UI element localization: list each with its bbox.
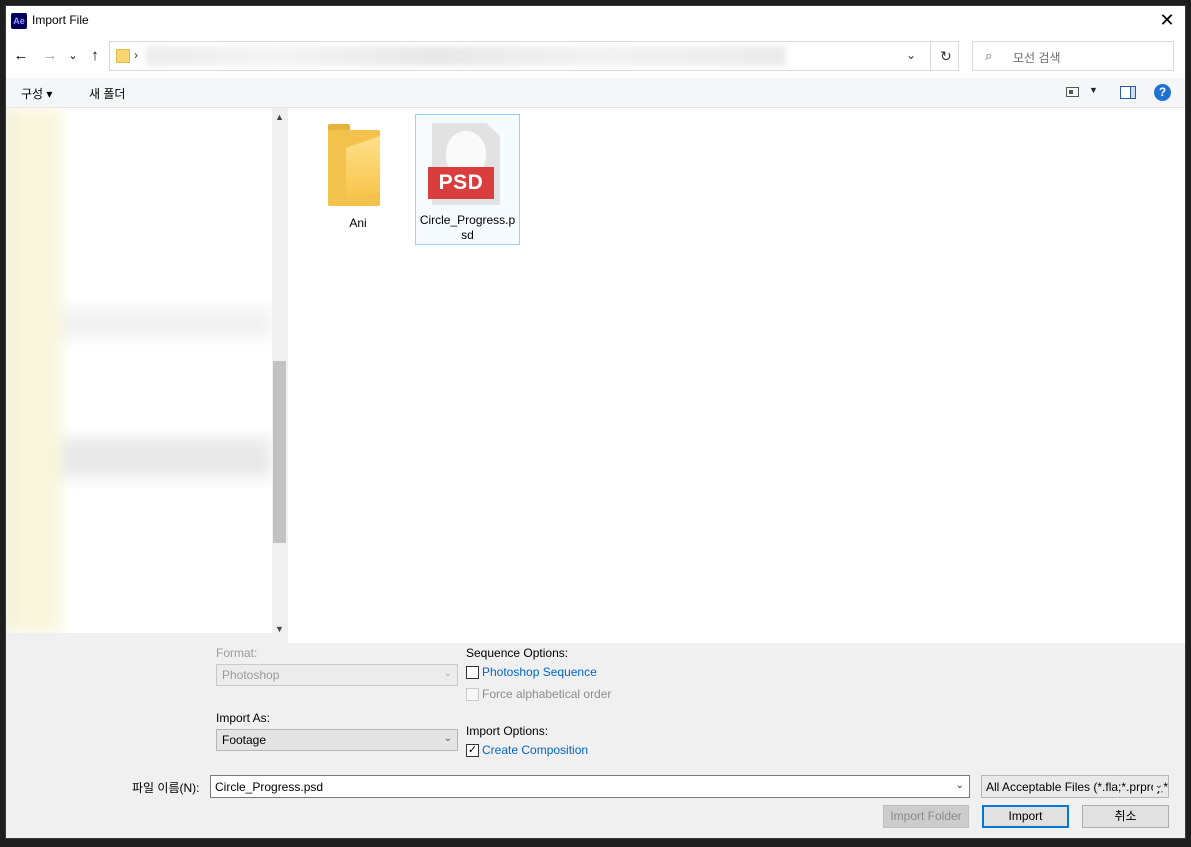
- refresh-icon[interactable]: ↻: [940, 48, 952, 65]
- window-title: Import File: [32, 13, 89, 27]
- forward-arrow-icon[interactable]: →: [41, 47, 59, 65]
- chevron-down-icon: ⌄: [1152, 780, 1163, 791]
- breadcrumb: [146, 46, 786, 66]
- breadcrumb-separator-icon: ›: [134, 48, 138, 62]
- file-name-input[interactable]: Circle_Progress.psd ⌄: [210, 775, 970, 798]
- import-button[interactable]: Import: [982, 805, 1069, 828]
- list-item-psd-file[interactable]: PSD Circle_Progress.p sd: [415, 114, 520, 245]
- chevron-down-icon: ⌄: [443, 733, 452, 744]
- navigation-pane-blurred-content: [6, 108, 272, 633]
- up-arrow-icon[interactable]: ↑: [86, 47, 104, 65]
- import-folder-button[interactable]: Import Folder: [883, 805, 969, 828]
- toolbar: 구성 ▾ 새 폴더 ▼ ?: [6, 78, 1185, 108]
- chevron-down-icon[interactable]: ⌄: [956, 780, 964, 791]
- divider: [930, 42, 931, 70]
- folder-icon: [324, 122, 388, 212]
- search-box[interactable]: ⌕ 모선 검색: [972, 41, 1174, 71]
- view-mode-icon[interactable]: [1066, 87, 1079, 97]
- navigation-pane-scrollbar[interactable]: ▲ ▼: [272, 108, 288, 643]
- search-icon: ⌕: [985, 48, 993, 63]
- force-alphabetical-checkbox: [466, 688, 479, 701]
- import-file-dialog: Ae Import File ✕ ← → ⌄ ↑ › ⌄ ↻ ⌕ 모선 검색 구…: [5, 5, 1186, 839]
- chevron-down-icon: ⌄: [443, 668, 452, 679]
- file-name: Circle_Progress.p: [419, 213, 516, 227]
- create-composition-label[interactable]: Create Composition: [482, 743, 588, 757]
- file-name: sd: [461, 228, 474, 242]
- file-name-label: 파일 이름(N):: [132, 781, 200, 795]
- file-name: Ani: [349, 216, 367, 230]
- file-name-value: Circle_Progress.psd: [215, 780, 324, 794]
- address-dropdown-icon[interactable]: ⌄: [906, 48, 916, 62]
- preview-pane-icon[interactable]: [1120, 86, 1136, 99]
- import-as-select[interactable]: Footage ⌄: [216, 729, 458, 751]
- new-folder-button[interactable]: 새 폴더: [89, 85, 125, 102]
- file-type-filter-value: All Acceptable Files (*.fla;*.prproj;*.a…: [986, 780, 1169, 794]
- address-row: ← → ⌄ ↑ › ⌄ ↻ ⌕ 모선 검색: [6, 36, 1185, 78]
- folder-icon: [116, 49, 130, 63]
- close-icon[interactable]: ✕: [1157, 10, 1177, 30]
- search-input[interactable]: 모선 검색: [1013, 49, 1061, 66]
- format-value: Photoshop: [222, 668, 280, 682]
- create-composition-checkbox[interactable]: ✓: [466, 744, 479, 757]
- title-bar: Ae Import File ✕: [6, 6, 1185, 36]
- scrollbar-thumb[interactable]: [273, 361, 286, 543]
- scroll-up-icon[interactable]: ▲: [275, 112, 284, 122]
- psd-badge: PSD: [428, 167, 494, 199]
- address-bar[interactable]: › ⌄ ↻: [109, 41, 959, 71]
- cancel-button[interactable]: 취소: [1082, 805, 1169, 828]
- sequence-options-label: Sequence Options:: [466, 646, 569, 660]
- force-alphabetical-label: Force alphabetical order: [482, 687, 612, 701]
- navigation-pane[interactable]: [6, 108, 272, 633]
- after-effects-logo-icon: Ae: [11, 13, 27, 29]
- back-arrow-icon[interactable]: ←: [12, 47, 30, 65]
- list-item-folder-ani[interactable]: Ani: [306, 116, 410, 240]
- organize-menu[interactable]: 구성 ▾: [21, 85, 52, 102]
- photoshop-sequence-label[interactable]: Photoshop Sequence: [482, 665, 597, 679]
- recent-locations-chevron-icon[interactable]: ⌄: [64, 47, 82, 65]
- import-as-value: Footage: [222, 733, 267, 747]
- format-label: Format:: [216, 646, 258, 660]
- file-type-filter-select[interactable]: All Acceptable Files (*.fla;*.prproj;*.a…: [981, 775, 1169, 798]
- import-options-label: Import Options:: [466, 724, 549, 738]
- file-list: Ani PSD Circle_Progress.p sd: [288, 108, 1185, 643]
- import-as-label: Import As:: [216, 711, 271, 725]
- view-dropdown-icon[interactable]: ▼: [1089, 85, 1098, 95]
- scroll-down-icon[interactable]: ▼: [275, 624, 284, 634]
- photoshop-sequence-checkbox[interactable]: [466, 666, 479, 679]
- format-select: Photoshop ⌄: [216, 664, 458, 686]
- help-icon[interactable]: ?: [1154, 84, 1171, 101]
